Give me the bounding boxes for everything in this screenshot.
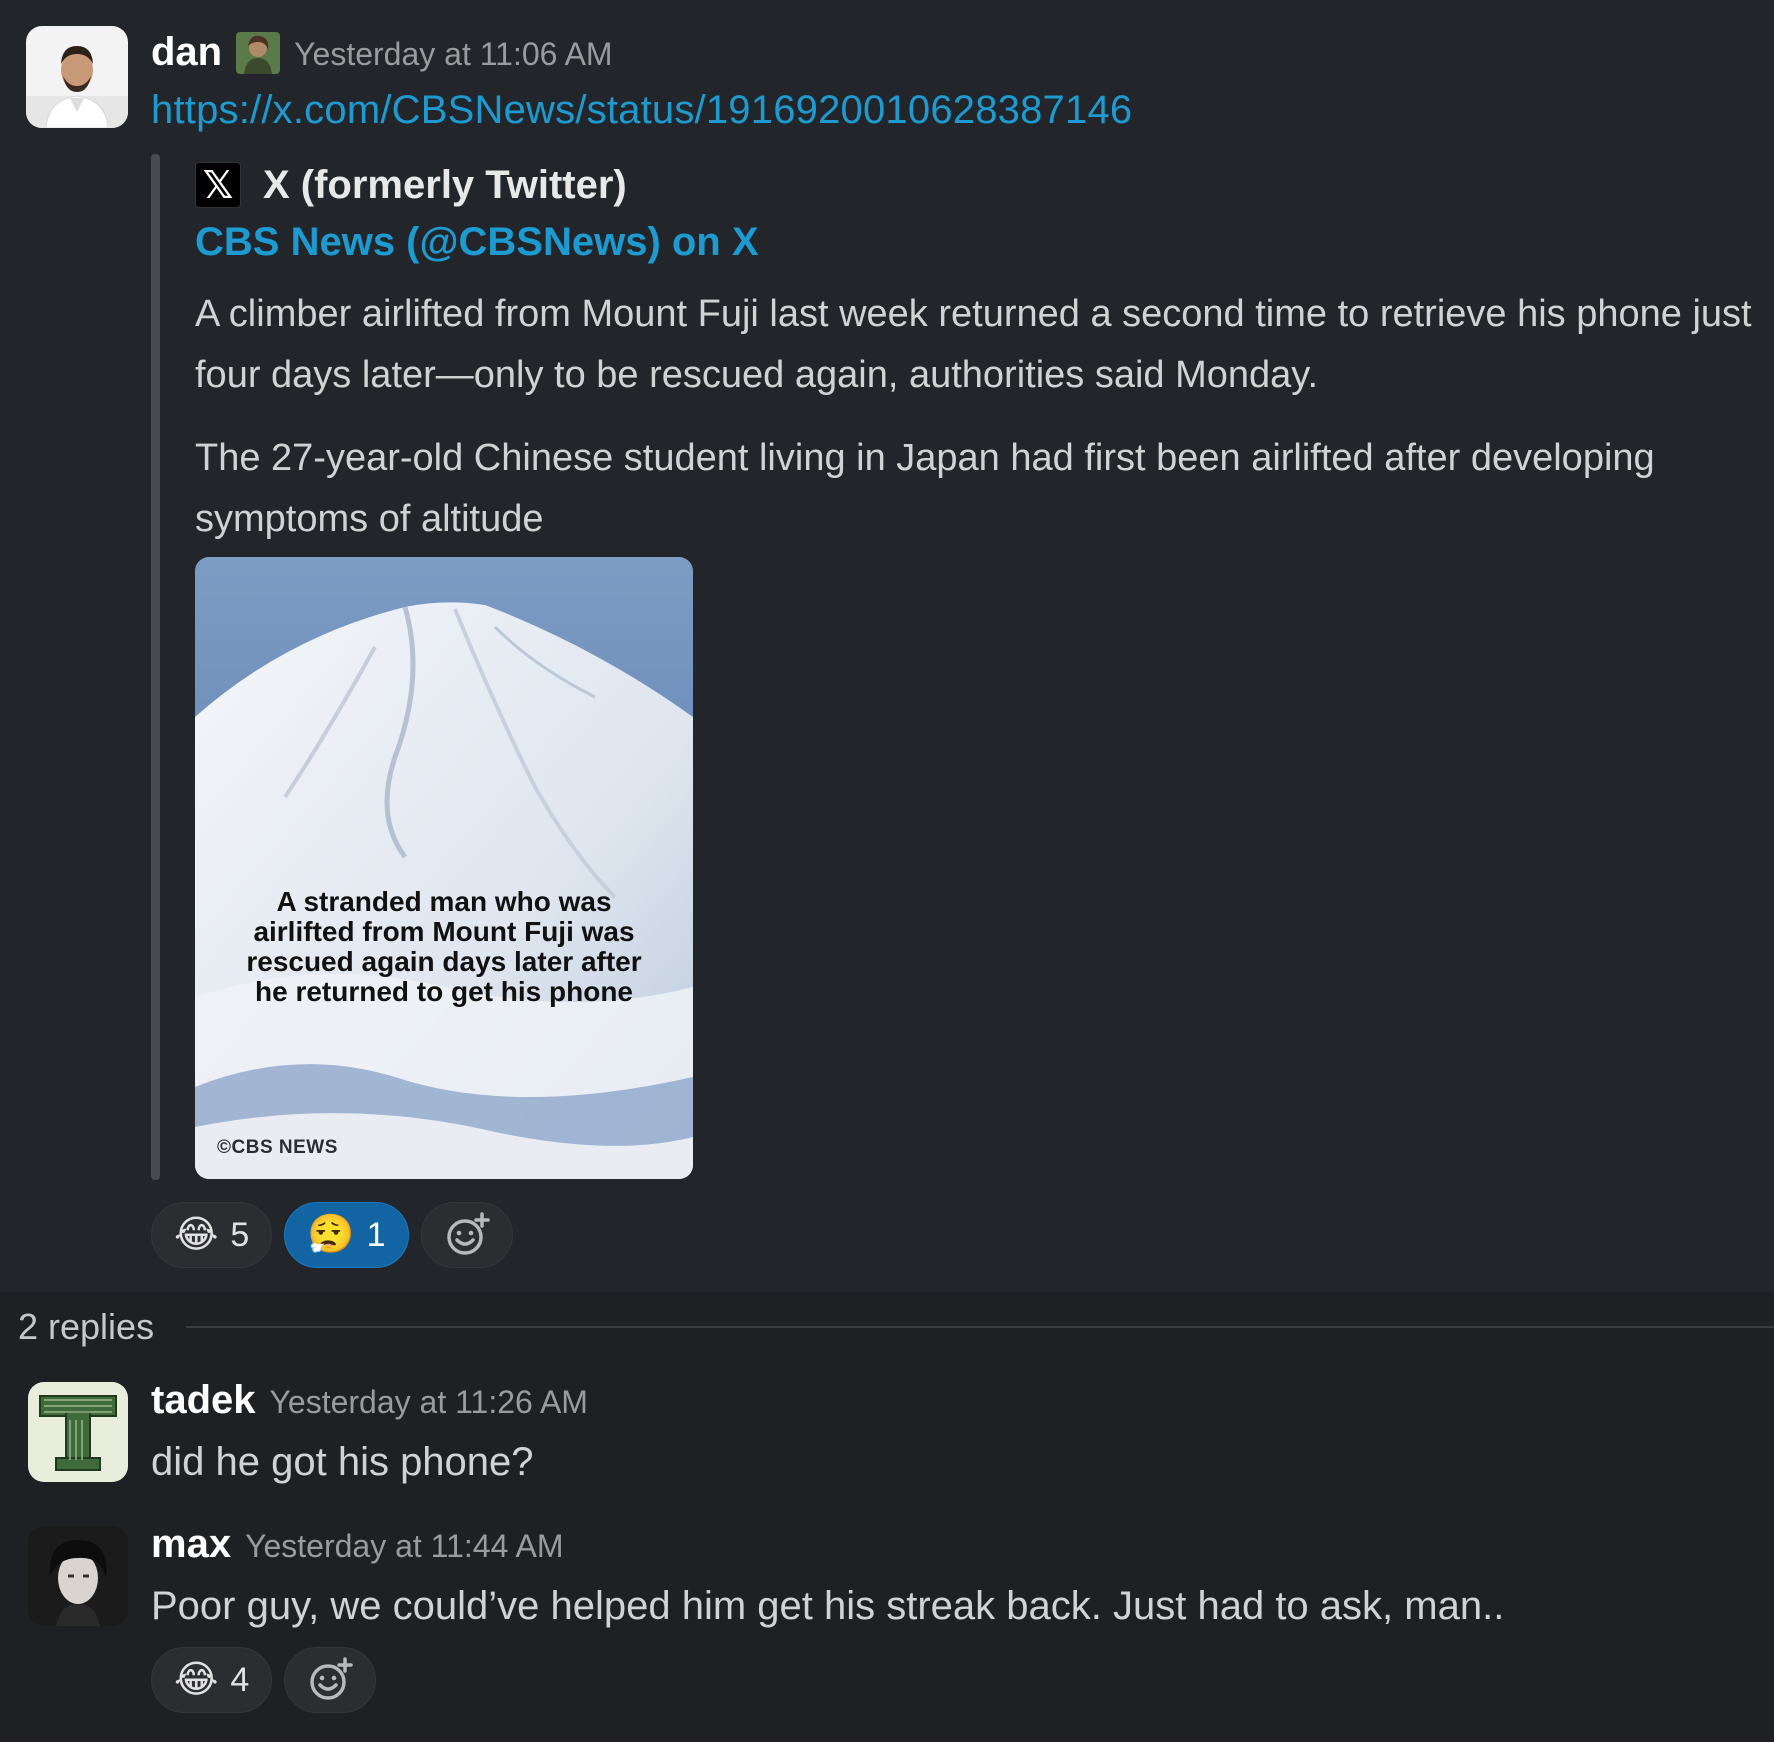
reply-text: did he got his phone? [151, 1440, 534, 1484]
replies-divider: 2 replies [18, 1306, 1774, 1348]
add-reaction-icon [446, 1212, 490, 1255]
unfurl-title-link[interactable]: CBS News (@CBSNews) on X [195, 220, 759, 265]
add-reaction-icon [310, 1657, 354, 1700]
status-emoji-icon[interactable] [236, 31, 281, 74]
image-caption: A stranded man who was airlifted from Mo… [246, 886, 642, 1007]
reaction-laughing[interactable]: 😂 4 [151, 1647, 273, 1713]
image-watermark: ©CBS NEWS [217, 1137, 338, 1158]
x-logo-icon: 𝕏 [195, 162, 241, 208]
unfurl-image[interactable]: A stranded man who was airlifted from Mo… [195, 557, 693, 1179]
unfurl-service-name: X (formerly Twitter) [263, 162, 627, 207]
message-header: dan Yesterday at 11:06 AM [151, 30, 613, 75]
reaction-exhale[interactable]: 😮‍💨 1 [284, 1202, 409, 1268]
mount-fuji-image [195, 557, 693, 1179]
author-name[interactable]: max [151, 1522, 231, 1567]
unfurl-border [151, 154, 160, 1180]
tweet-link[interactable]: https://x.com/CBSNews/status/19169200106… [151, 88, 1132, 133]
laughing-emoji-icon: 😂 [174, 1659, 219, 1701]
message-reactions: 😂 5 😮‍💨 1 [151, 1202, 513, 1268]
author-name[interactable]: tadek [151, 1378, 256, 1423]
reply-text: Poor guy, we could’ve helped him get his… [151, 1584, 1505, 1628]
avatar-max[interactable] [28, 1526, 128, 1626]
laughing-emoji-icon: 😂 [174, 1214, 219, 1256]
reply-timestamp[interactable]: Yesterday at 11:26 AM [270, 1384, 588, 1421]
divider-line [186, 1326, 1774, 1328]
avatar-dan[interactable] [26, 26, 128, 128]
slack-thread: dan Yesterday at 11:06 AM https://x.com/… [0, 0, 1774, 1742]
reply-header: tadek Yesterday at 11:26 AM [151, 1378, 588, 1423]
author-name[interactable]: dan [151, 30, 222, 75]
unfurl-paragraph: The 27-year-old Chinese student living i… [195, 437, 1655, 540]
unfurl-description: A climber airlifted from Mount Fuji last… [195, 284, 1755, 572]
exhale-emoji-icon: 😮‍💨 [307, 1214, 355, 1256]
reaction-count: 1 [366, 1215, 386, 1254]
avatar-tadek[interactable] [28, 1382, 128, 1482]
reply-header: max Yesterday at 11:44 AM [151, 1522, 564, 1567]
message-timestamp[interactable]: Yesterday at 11:06 AM [294, 36, 612, 73]
reaction-count: 4 [230, 1660, 250, 1699]
add-reaction-button[interactable] [420, 1202, 513, 1268]
unfurl-service: 𝕏 X (formerly Twitter) [195, 162, 627, 208]
reaction-count: 5 [230, 1215, 250, 1254]
unfurl-paragraph: A climber airlifted from Mount Fuji last… [195, 293, 1752, 396]
reaction-laughing[interactable]: 😂 5 [151, 1202, 273, 1268]
add-reaction-button[interactable] [284, 1647, 377, 1713]
parent-message: dan Yesterday at 11:06 AM https://x.com/… [0, 0, 1774, 1292]
reply-timestamp[interactable]: Yesterday at 11:44 AM [245, 1528, 563, 1565]
replies-count: 2 replies [18, 1306, 155, 1347]
reply-reactions: 😂 4 [151, 1647, 377, 1713]
